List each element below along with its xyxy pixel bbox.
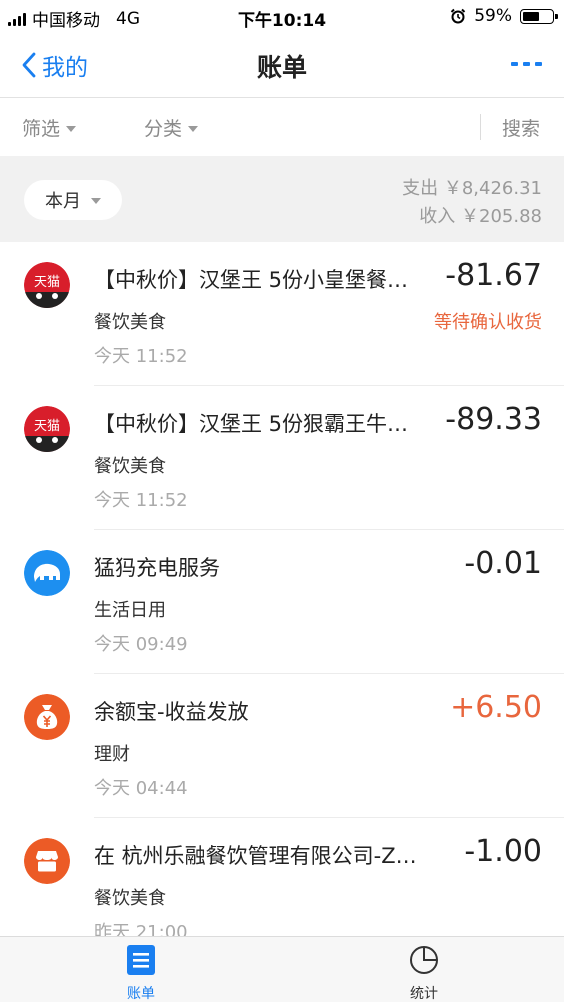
month-selector[interactable]: 本月 bbox=[24, 180, 122, 220]
transaction-row[interactable]: 在 杭州乐融餐饮管理有限公司-Z… -1.00 餐饮美食 昨天 21:00 bbox=[0, 818, 564, 936]
tab-bill[interactable]: 账单 bbox=[101, 945, 181, 1003]
status-bar: 中国移动 4G 下午10:14 59% bbox=[0, 0, 564, 34]
transaction-amount: -0.01 bbox=[464, 546, 542, 581]
tab-bill-label: 账单 bbox=[127, 986, 155, 1002]
transaction-amount: -1.00 bbox=[464, 834, 542, 869]
transaction-category: 理财 bbox=[94, 744, 130, 765]
transaction-category: 餐饮美食 bbox=[94, 456, 166, 477]
transaction-title: 【中秋价】汉堡王 5份小皇堡餐… bbox=[94, 268, 409, 292]
money-bag-icon bbox=[24, 694, 70, 740]
search-button[interactable]: 搜索 bbox=[502, 114, 540, 141]
battery-icon bbox=[520, 8, 558, 24]
pie-chart-icon bbox=[410, 946, 438, 974]
tmall-icon: 天猫 bbox=[24, 406, 70, 452]
tmall-icon-text: 天猫 bbox=[34, 275, 60, 290]
transaction-time: 今天 04:44 bbox=[94, 778, 188, 799]
transaction-title: 在 杭州乐融餐饮管理有限公司-Z… bbox=[94, 844, 417, 868]
transaction-time: 今天 11:52 bbox=[94, 490, 188, 511]
caret-down-icon bbox=[91, 198, 101, 204]
transaction-row[interactable]: 天猫 【中秋价】汉堡王 5份狠霸王牛… -89.33 餐饮美食 今天 11:52 bbox=[0, 386, 564, 530]
transaction-amount: -81.67 bbox=[445, 258, 542, 293]
income-total: 收入 ￥205.88 bbox=[419, 206, 542, 227]
tab-stats-label: 统计 bbox=[410, 986, 438, 1002]
transaction-time: 今天 11:52 bbox=[94, 346, 188, 367]
transaction-title: 【中秋价】汉堡王 5份狠霸王牛… bbox=[94, 412, 409, 436]
expense-total: 支出 ￥8,426.31 bbox=[402, 178, 542, 199]
more-dots-icon bbox=[511, 62, 518, 66]
category-dropdown[interactable]: 分类 bbox=[144, 114, 199, 141]
tab-bar: 账单 统计 bbox=[0, 936, 564, 1002]
search-label: 搜索 bbox=[502, 118, 541, 140]
alarm-icon bbox=[450, 8, 466, 24]
tab-stats[interactable]: 统计 bbox=[384, 945, 464, 1003]
category-label: 分类 bbox=[144, 118, 183, 140]
transaction-list: 天猫 【中秋价】汉堡王 5份小皇堡餐… -81.67 餐饮美食 等待确认收货 今… bbox=[0, 242, 564, 936]
transaction-category: 餐饮美食 bbox=[94, 888, 166, 909]
more-button[interactable] bbox=[511, 62, 542, 66]
caret-down-icon bbox=[66, 125, 77, 132]
status-right: 59% bbox=[450, 6, 558, 26]
transaction-row[interactable]: 天猫 【中秋价】汉堡王 5份小皇堡餐… -81.67 餐饮美食 等待确认收货 今… bbox=[0, 242, 564, 386]
page-title: 账单 bbox=[256, 53, 307, 82]
shop-icon bbox=[24, 838, 70, 884]
month-label: 本月 bbox=[45, 191, 81, 212]
transaction-row[interactable]: 余额宝-收益发放 +6.50 理财 今天 04:44 bbox=[0, 674, 564, 818]
transaction-title: 余额宝-收益发放 bbox=[94, 700, 249, 724]
transaction-title: 猛犸充电服务 bbox=[94, 556, 220, 580]
transaction-row[interactable]: 猛犸充电服务 -0.01 生活日用 今天 09:49 bbox=[0, 530, 564, 674]
filter-dropdown[interactable]: 筛选 bbox=[22, 114, 77, 141]
nav-bar: 我的 账单 bbox=[0, 34, 564, 98]
transaction-time: 昨天 21:00 bbox=[94, 922, 188, 936]
divider bbox=[480, 114, 481, 140]
battery-percent: 59% bbox=[474, 6, 512, 26]
tmall-icon: 天猫 bbox=[24, 262, 70, 308]
mammoth-icon bbox=[24, 550, 70, 596]
bill-icon bbox=[127, 945, 155, 975]
transaction-amount: +6.50 bbox=[450, 690, 542, 725]
tmall-icon-text: 天猫 bbox=[34, 419, 60, 434]
transaction-category: 餐饮美食 bbox=[94, 312, 166, 333]
filter-bar: 筛选 分类 搜索 bbox=[0, 98, 564, 156]
filter-label: 筛选 bbox=[22, 118, 61, 140]
transaction-time: 今天 09:49 bbox=[94, 634, 188, 655]
caret-down-icon bbox=[188, 125, 199, 132]
transaction-amount: -89.33 bbox=[445, 402, 542, 437]
transaction-category: 生活日用 bbox=[94, 600, 166, 621]
month-summary: 本月 支出 ￥8,426.31 收入 ￥205.88 bbox=[0, 156, 564, 242]
transaction-status: 等待确认收货 bbox=[434, 312, 542, 333]
